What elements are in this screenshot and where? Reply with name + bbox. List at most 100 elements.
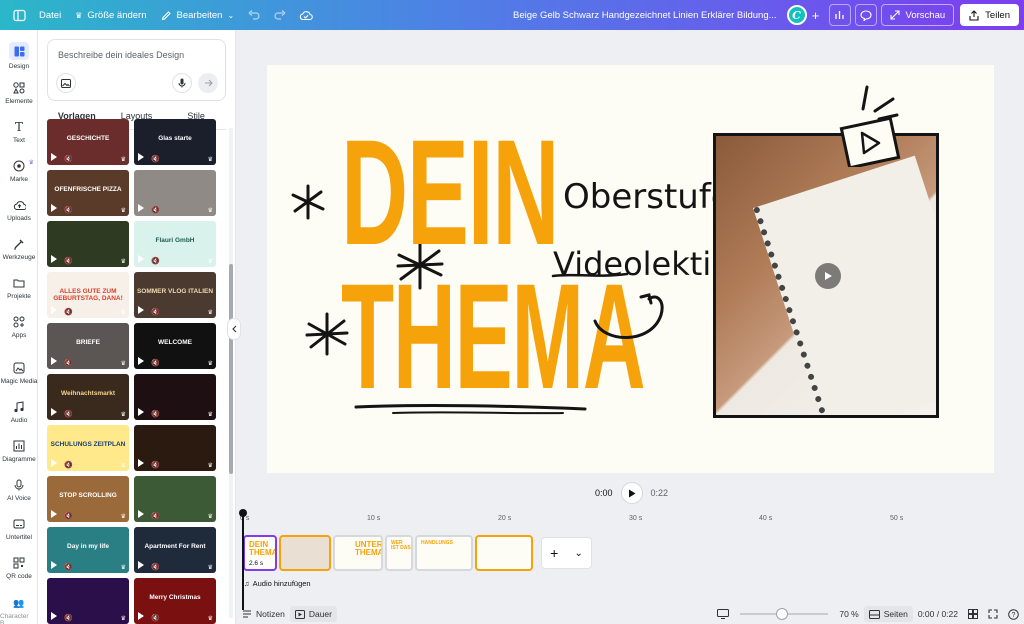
play-button[interactable]: [620, 482, 643, 504]
rail-item-magic-media[interactable]: Magic Media: [0, 361, 38, 385]
template-thumbnail[interactable]: WELCOME 🔇 ♛: [134, 323, 216, 369]
thumbnail-text: SOMMER VLOG ITALIEN: [136, 288, 214, 296]
timeline-clip[interactable]: WER IST DAS: [385, 535, 413, 571]
crown-icon: ♛: [207, 157, 213, 163]
rail-item-charts[interactable]: Diagramme: [0, 439, 38, 463]
timeline-clip[interactable]: HANDLUNGS: [415, 535, 473, 571]
zoom-slider[interactable]: [740, 608, 829, 620]
headline-word-1[interactable]: DEIN: [341, 117, 559, 267]
template-thumbnail[interactable]: Merry Christmas 🔇 ♛: [134, 578, 216, 624]
underline-doodle: [551, 272, 629, 278]
add-collaborator-button[interactable]: +: [807, 3, 825, 27]
template-thumbnail[interactable]: 🔇 ♛: [134, 425, 216, 471]
design-canvas[interactable]: DEIN THEMA Oberstufe Videolektion: [267, 65, 994, 473]
chevron-left-icon: [231, 325, 236, 333]
share-button[interactable]: Teilen: [960, 4, 1019, 26]
template-thumbnail[interactable]: Glas starte 🔇 ♛: [134, 119, 216, 165]
thumbnail-text: OFENFRISCHE PIZZA: [54, 186, 122, 194]
template-thumbnail[interactable]: GESCHICHTE 🔇 ♛: [47, 119, 129, 165]
rail-item-text[interactable]: T Text: [0, 120, 38, 144]
timeline-clip[interactable]: [279, 535, 331, 571]
template-thumbnail[interactable]: 🔇 ♛: [47, 578, 129, 624]
template-thumbnail[interactable]: SOMMER VLOG ITALIEN 🔇 ♛: [134, 272, 216, 318]
comment-button[interactable]: [854, 4, 877, 26]
mute-icon: 🔇: [151, 462, 160, 469]
file-menu[interactable]: Datei: [32, 3, 68, 27]
edit-menu[interactable]: Bearbeiten ⌄: [154, 3, 242, 27]
timeline-playhead[interactable]: [239, 509, 247, 610]
grid-view-button[interactable]: [963, 606, 983, 622]
add-audio-button[interactable]: ♫ Audio hinzufügen: [244, 576, 311, 590]
rail-item-subtitles[interactable]: Untertitel: [0, 517, 38, 541]
undo-button[interactable]: [241, 3, 267, 27]
rail-item-design[interactable]: Design: [0, 42, 38, 70]
preview-button[interactable]: Vorschau: [880, 4, 955, 26]
template-thumbnail[interactable]: OFENFRISCHE PIZZA 🔇 ♛: [47, 170, 129, 216]
video-frame[interactable]: [713, 133, 939, 418]
rail-item-elements[interactable]: Elemente: [0, 81, 38, 105]
send-button[interactable]: [198, 73, 218, 93]
svg-text:?: ?: [1012, 612, 1016, 619]
zoom-level[interactable]: 70 %: [834, 606, 863, 622]
template-thumbnail[interactable]: Day in my life 🔇 ♛: [47, 527, 129, 573]
subtitle-oberstufe[interactable]: Oberstufe: [563, 177, 732, 217]
time-readout: 0:00 / 0:22: [917, 609, 958, 619]
rail-item-audio[interactable]: Audio: [0, 400, 38, 424]
redo-button[interactable]: [267, 3, 293, 27]
pages-button[interactable]: Seiten: [863, 606, 913, 622]
panel-scrollbar[interactable]: [229, 128, 233, 618]
template-thumbnail[interactable]: SCHULUNGS ZEITPLAN 🔇 ♛: [47, 425, 129, 471]
fullscreen-button[interactable]: [983, 606, 1003, 622]
template-thumbnail[interactable]: ALLES GUTE ZUM GEBURTSTAG, DANA! 🔇 ♛: [47, 272, 129, 318]
pencil-icon: [161, 10, 171, 20]
template-thumbnail[interactable]: 🔇 ♛: [134, 476, 216, 522]
avatar[interactable]: C: [786, 5, 807, 25]
image-upload-button[interactable]: [56, 73, 76, 93]
template-thumbnail[interactable]: 🔇 ♛: [134, 170, 216, 216]
timeline-clip[interactable]: [475, 535, 533, 571]
collapse-panel-button[interactable]: [227, 318, 241, 340]
page-view-button[interactable]: [712, 606, 734, 622]
template-thumbnail[interactable]: Flauri GmbH 🔇 ♛: [134, 221, 216, 267]
design-prompt-box[interactable]: Beschreibe dein ideales Design: [47, 39, 226, 101]
template-thumbnail[interactable]: Apartment For Rent 🔇 ♛: [134, 527, 216, 573]
template-thumbnail[interactable]: BRIEFE 🔇 ♛: [47, 323, 129, 369]
help-button[interactable]: ?: [1003, 606, 1024, 622]
rail-item-brand[interactable]: ♛ Marke: [0, 159, 38, 183]
zoom-slider-knob[interactable]: [776, 608, 789, 620]
sidebar-toggle-icon[interactable]: [6, 3, 32, 27]
rail-item-uploads[interactable]: Uploads: [0, 198, 38, 222]
template-thumbnail[interactable]: Weihnachtsmarkt 🔇 ♛: [47, 374, 129, 420]
crown-icon: ♛: [207, 565, 213, 571]
rail-item-ai-voice[interactable]: AI Voice: [0, 478, 38, 502]
timeline-clip[interactable]: UNTER THEMA: [333, 535, 383, 571]
insights-button[interactable]: [828, 4, 851, 26]
add-page-button[interactable]: +: [550, 545, 558, 561]
notes-button[interactable]: Notizen: [237, 606, 290, 622]
template-thumbnail[interactable]: STOP SCROLLING 🔇 ♛: [47, 476, 129, 522]
duration-button[interactable]: Dauer: [289, 606, 337, 622]
rail-item-qr-code[interactable]: QR code: [0, 556, 38, 580]
playback-controls: 0:00 0:22: [595, 482, 668, 504]
crown-icon: ♛: [120, 514, 126, 520]
left-rail: Design Elemente T Text ♛ Marke Uploads W…: [0, 30, 38, 624]
chevron-down-icon[interactable]: ⌄: [574, 548, 582, 559]
thumbnail-text: BRIEFE: [76, 339, 100, 347]
microphone-button[interactable]: [172, 73, 192, 93]
play-icon: [825, 272, 832, 280]
rail-item-apps[interactable]: Apps: [0, 315, 38, 339]
timeline-clip[interactable]: DEIN THEMA 2.6 s: [243, 535, 277, 571]
scrollbar-thumb[interactable]: [229, 264, 233, 474]
brand-icon: [12, 159, 26, 173]
rail-item-projects[interactable]: Projekte: [0, 276, 38, 300]
document-title[interactable]: Beige Gelb Schwarz Handgezeichnet Linien…: [513, 10, 787, 21]
rail-item-tools[interactable]: Werkzeuge: [0, 237, 38, 261]
timeline-ruler[interactable]: 0 s 10 s 20 s 30 s 40 s 50 s: [240, 513, 1024, 527]
template-thumbnail[interactable]: 🔇 ♛: [47, 221, 129, 267]
template-thumbnail[interactable]: 🔇 ♛: [134, 374, 216, 420]
resize-button[interactable]: ♛ Größe ändern: [68, 3, 153, 27]
cloud-sync-button[interactable]: [293, 3, 319, 27]
rail-item-character-builder[interactable]: 👥 Character B...: [0, 596, 38, 624]
rail-label: Design: [8, 63, 30, 70]
video-play-button[interactable]: [815, 263, 841, 289]
